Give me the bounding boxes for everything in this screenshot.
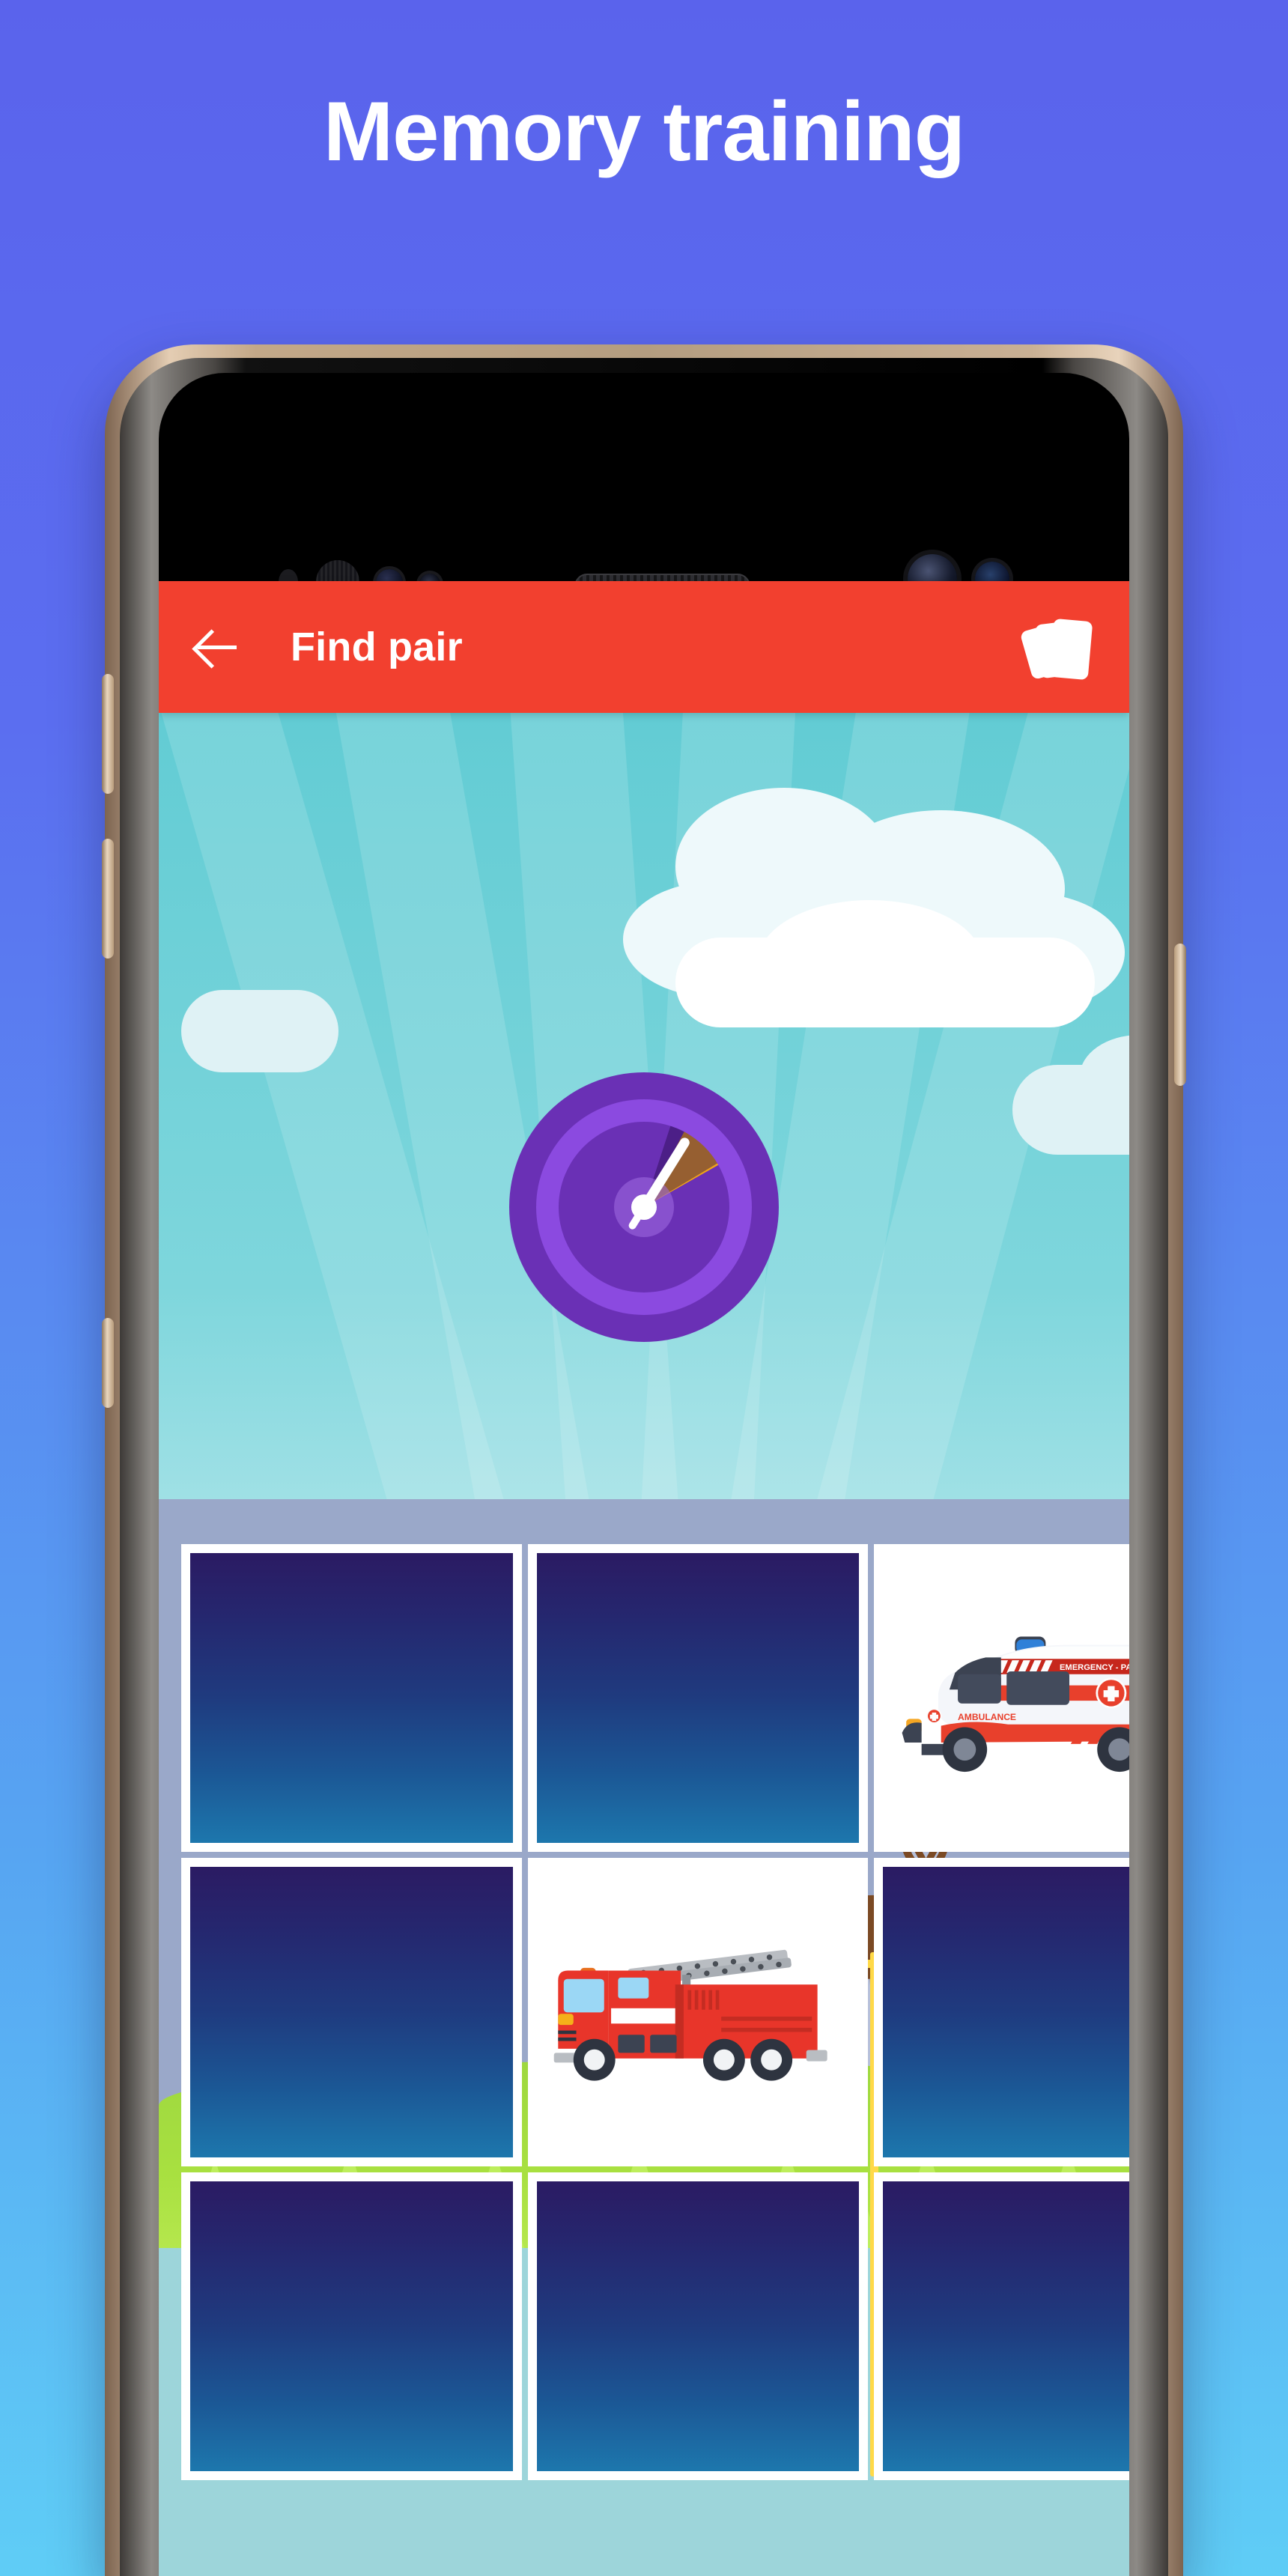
card-face-ambulance: EMERGENCY - PARAMEDICS AMBULANCE xyxy=(874,1544,1129,1852)
volume-up-button[interactable] xyxy=(102,674,114,794)
page-title: Memory training xyxy=(323,85,965,178)
card-face-fire-truck xyxy=(528,1858,869,2166)
gauge-face xyxy=(559,1122,729,1292)
memory-card-1[interactable] xyxy=(527,1544,869,1853)
back-arrow-icon[interactable] xyxy=(193,622,243,672)
memory-card-3[interactable] xyxy=(181,1858,522,2166)
card-back xyxy=(190,1553,513,1844)
ambulance-door-text: AMBULANCE xyxy=(958,1712,1016,1722)
assistant-button[interactable] xyxy=(102,1318,114,1408)
card-grid: EMERGENCY - PARAMEDICS AMBULANCE xyxy=(181,1544,1129,2480)
card-back xyxy=(883,1867,1129,2157)
volume-down-button[interactable] xyxy=(102,839,114,959)
app-bar-title: Find pair xyxy=(291,625,463,669)
memory-card-6[interactable] xyxy=(181,2172,522,2480)
phone-inner-bezel: Find pair EMERGENCY - P AMBULANCE xyxy=(120,358,1168,2576)
ambulance-roof-text: EMERGENCY - PARAMEDICS xyxy=(1060,1663,1129,1672)
cards-stack-icon[interactable] xyxy=(1019,611,1095,683)
game-background: EMERGENCY - PARAMEDICS AMBULANCE xyxy=(159,713,1129,2576)
cloud xyxy=(1012,1065,1129,1155)
card-back xyxy=(190,1867,513,2157)
cloud xyxy=(181,990,338,1072)
card-back xyxy=(883,2181,1129,2471)
gauge-hub-inner xyxy=(631,1194,657,1220)
phone-screen: Find pair EMERGENCY - P AMBULANCE xyxy=(159,373,1129,2576)
memory-card-7[interactable] xyxy=(527,2172,869,2480)
memory-card-8[interactable] xyxy=(874,2172,1129,2480)
card-back xyxy=(536,1553,860,1844)
power-button[interactable] xyxy=(1174,944,1186,1086)
card-back xyxy=(536,2181,860,2471)
card-back xyxy=(190,2181,513,2471)
memory-card-4[interactable] xyxy=(527,1858,869,2166)
memory-board: EMERGENCY - PARAMEDICS AMBULANCE xyxy=(181,1544,1129,2480)
app-viewport: Find pair EMERGENCY - P AMBULANCE xyxy=(159,581,1129,2576)
memory-card-0[interactable] xyxy=(181,1544,522,1853)
memory-card-2[interactable]: EMERGENCY - PARAMEDICS AMBULANCE xyxy=(874,1544,1129,1853)
phone-mockup: Find pair EMERGENCY - P AMBULANCE xyxy=(102,344,1186,2576)
round-timer-gauge xyxy=(509,1072,779,1342)
memory-card-5[interactable] xyxy=(874,1858,1129,2166)
app-bar: Find pair xyxy=(159,581,1129,713)
cloud xyxy=(675,938,1095,1027)
